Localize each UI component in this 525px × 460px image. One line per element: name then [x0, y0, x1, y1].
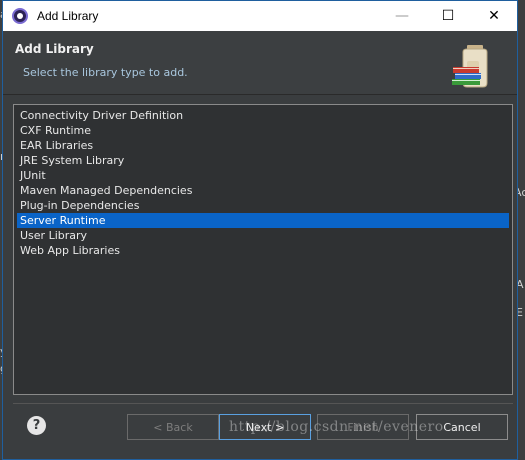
library-type-list[interactable]: Connectivity Driver Definition CXF Runti… [13, 104, 513, 395]
list-item-jre-system-library[interactable]: JRE System Library [17, 153, 509, 168]
list-item-cxf-runtime[interactable]: CXF Runtime [17, 123, 509, 138]
close-button[interactable]: ✕ [471, 1, 517, 31]
maximize-button[interactable]: ☐ [425, 1, 471, 31]
list-item-plug-in-dependencies[interactable]: Plug-in Dependencies [17, 198, 509, 213]
list-item-user-library[interactable]: User Library [17, 228, 509, 243]
library-jar-books-icon [452, 45, 488, 88]
list-item-web-app-libraries[interactable]: Web App Libraries [17, 243, 509, 258]
watermark-text: http://blog.csdn.net/evenero [229, 419, 444, 435]
background-ide-right [517, 0, 525, 460]
window-title: Add Library [37, 9, 99, 23]
window-controls: — ☐ ✕ [379, 1, 517, 31]
wizard-banner: Add Library Select the library type to a… [3, 31, 517, 95]
footer-separator [13, 403, 513, 404]
list-item-maven-managed-dependencies[interactable]: Maven Managed Dependencies [17, 183, 509, 198]
back-button[interactable]: < Back [127, 414, 219, 440]
list-item-connectivity-driver-definition[interactable]: Connectivity Driver Definition [17, 108, 509, 123]
list-item-junit[interactable]: JUnit [17, 168, 509, 183]
list-item-ear-libraries[interactable]: EAR Libraries [17, 138, 509, 153]
eclipse-app-icon [12, 8, 28, 24]
minimize-button[interactable]: — [379, 1, 425, 31]
list-item-server-runtime[interactable]: Server Runtime [17, 213, 509, 228]
help-icon[interactable]: ? [27, 416, 46, 435]
add-library-dialog: Add Library — ☐ ✕ Add Library Select the… [2, 0, 518, 460]
title-bar[interactable]: Add Library — ☐ ✕ [3, 1, 517, 31]
banner-description: Select the library type to add. [23, 66, 188, 79]
banner-title: Add Library [15, 42, 94, 56]
